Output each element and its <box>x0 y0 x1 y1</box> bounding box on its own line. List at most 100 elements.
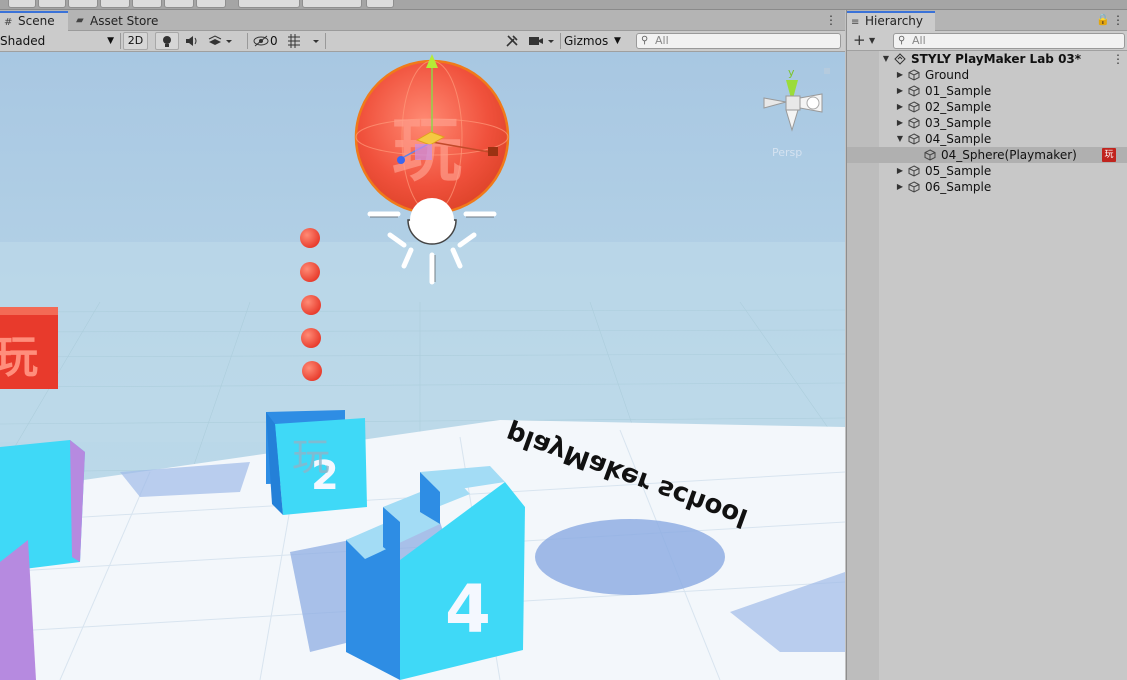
gizmo-z-cone[interactable] <box>806 96 820 110</box>
light-bulb-icon <box>163 36 171 47</box>
hierarchy-item-label: 06_Sample <box>925 180 992 194</box>
ball[interactable] <box>301 328 321 348</box>
gameobject-cube-icon <box>908 165 920 177</box>
persp-label[interactable]: Persp <box>772 146 802 159</box>
gameobject-cube-icon <box>924 149 936 161</box>
lighting-toggle[interactable] <box>155 32 179 50</box>
tools-toggle[interactable] <box>503 32 523 50</box>
hierarchy-item[interactable]: ▶ 06_Sample <box>847 179 1127 195</box>
chevron-right-icon[interactable]: ▶ <box>895 83 905 99</box>
scene-render[interactable]: playMaker school 玩 2 玩 4 y Persp <box>0 52 845 680</box>
chevron-down-icon[interactable]: ▼ <box>869 33 875 49</box>
scene-search-input[interactable]: ⚲ All <box>636 33 841 49</box>
scene-root-label: STYLY PlayMaker Lab 03* <box>911 52 1082 66</box>
gizmo-plane-handle[interactable] <box>415 144 432 160</box>
audio-toggle[interactable] <box>182 32 202 50</box>
ball[interactable] <box>300 262 320 282</box>
gizmo-x-handle[interactable] <box>488 147 498 156</box>
tab-asset-store[interactable]: ▰ Asset Store <box>72 11 168 31</box>
gameobject-cube-icon <box>908 117 920 129</box>
camera-dropdown[interactable] <box>527 32 559 50</box>
hierarchy-item-label: 04_Sample <box>925 132 992 146</box>
search-icon: ⚲ <box>898 35 906 46</box>
hierarchy-item-label: 04_Sphere(Playmaker) <box>941 148 1077 162</box>
chevron-right-icon[interactable]: ▶ <box>895 67 905 83</box>
effects-dropdown[interactable] <box>206 32 234 50</box>
kebab-menu-icon[interactable]: ⋮ <box>1112 51 1124 67</box>
wrench-icon <box>506 35 518 47</box>
effects-layers-icon <box>208 35 232 45</box>
scene-toolbar: Shaded ▼ 2D 0 Gizmos ▼ ⚲ All <box>0 31 845 52</box>
tab-scene[interactable]: # Scene <box>0 11 68 31</box>
tab-asset-store-label: Asset Store <box>90 14 159 28</box>
gizmo-z-handle[interactable] <box>397 156 405 164</box>
eye-slash-icon <box>253 35 269 47</box>
gizmo-lock-icon[interactable] <box>824 68 830 74</box>
scene-viewport[interactable]: playMaker school 玩 2 玩 4 y Persp <box>0 52 845 680</box>
ball[interactable] <box>302 361 322 381</box>
toolbar-button[interactable] <box>100 0 130 8</box>
2d-toggle[interactable]: 2D <box>123 32 148 50</box>
scene-panel: # Scene ▰ Asset Store ⋮ Shaded ▼ 2D 0 Gi… <box>0 10 845 680</box>
main-toolbar-strip <box>0 0 1127 10</box>
chevron-right-icon[interactable]: ▶ <box>895 115 905 131</box>
toolbar-button[interactable] <box>164 0 194 8</box>
gizmo-center-cube[interactable] <box>785 95 801 111</box>
hierarchy-item-label: 01_Sample <box>925 84 992 98</box>
add-icon[interactable]: + <box>853 32 866 49</box>
block-2-logo: 玩 <box>292 435 330 479</box>
toolbar-button[interactable] <box>366 0 394 8</box>
pivot-center-toggle[interactable] <box>238 0 300 8</box>
toolbar-button[interactable] <box>8 0 36 8</box>
ball[interactable] <box>301 295 321 315</box>
hierarchy-item[interactable]: ▶ 01_Sample <box>847 83 1127 99</box>
chevron-down-icon[interactable]: ▼ <box>614 32 628 50</box>
tab-hierarchy[interactable]: ≡ Hierarchy <box>847 11 935 31</box>
gizmo-y-label: y <box>788 66 795 79</box>
horizon <box>0 242 845 442</box>
scene-root-row[interactable]: ▼ STYLY PlayMaker Lab 03* ⋮ <box>847 51 1127 67</box>
toolbar-button[interactable] <box>132 0 162 8</box>
tab-scene-label: Scene <box>18 14 55 28</box>
kebab-menu-icon[interactable]: ⋮ <box>825 13 837 27</box>
toolbar-button[interactable] <box>68 0 98 8</box>
ball[interactable] <box>300 228 320 248</box>
lock-icon[interactable]: 🔒 <box>1096 13 1110 26</box>
playmaker-badge-icon[interactable]: 玩 <box>1102 148 1116 162</box>
chevron-down-icon[interactable]: ▼ <box>881 51 891 67</box>
chevron-right-icon[interactable]: ▶ <box>895 179 905 195</box>
chevron-right-icon[interactable]: ▶ <box>895 99 905 115</box>
search-icon: ⚲ <box>641 35 649 46</box>
hierarchy-item-label: 03_Sample <box>925 116 992 130</box>
2d-label: 2D <box>127 34 144 47</box>
local-global-toggle[interactable] <box>302 0 362 8</box>
grid-dropdown[interactable] <box>285 32 323 50</box>
grid-snap-icon <box>288 34 319 48</box>
hierarchy-item[interactable]: ▶ Ground <box>847 67 1127 83</box>
gameobject-cube-icon <box>908 133 920 145</box>
chevron-right-icon[interactable]: ▶ <box>895 163 905 179</box>
hierarchy-item-label: 02_Sample <box>925 100 992 114</box>
divider <box>120 33 121 49</box>
gameobject-cube-icon <box>908 101 920 113</box>
hierarchy-item[interactable]: ▶ 05_Sample <box>847 163 1127 179</box>
hidden-objects-toggle[interactable]: 0 <box>252 32 282 50</box>
kebab-menu-icon[interactable]: ⋮ <box>1112 13 1124 27</box>
chevron-down-icon[interactable]: ▼ <box>895 131 905 147</box>
hierarchy-item[interactable]: ▶ 02_Sample <box>847 99 1127 115</box>
scene-tabbar: # Scene ▰ Asset Store ⋮ <box>0 10 845 31</box>
hierarchy-item[interactable]: ▼ 04_Sample <box>847 131 1127 147</box>
hierarchy-item-label: Ground <box>925 68 970 82</box>
toolbar-button[interactable] <box>196 0 226 8</box>
divider <box>247 33 248 49</box>
hierarchy-item[interactable]: 04_Sphere(Playmaker) 玩 <box>847 147 1127 163</box>
hierarchy-search-input[interactable]: ⚲ All <box>893 33 1125 49</box>
logo-glyph: 玩 <box>0 332 38 383</box>
hierarchy-item[interactable]: ▶ 03_Sample <box>847 115 1127 131</box>
draw-mode-dropdown[interactable]: Shaded ▼ <box>0 32 118 50</box>
speaker-icon <box>186 36 197 46</box>
hierarchy-search-placeholder: All <box>912 34 926 47</box>
toolbar-button[interactable] <box>38 0 66 8</box>
scene-search-placeholder: All <box>655 34 669 47</box>
draw-mode-label: Shaded <box>0 34 46 48</box>
